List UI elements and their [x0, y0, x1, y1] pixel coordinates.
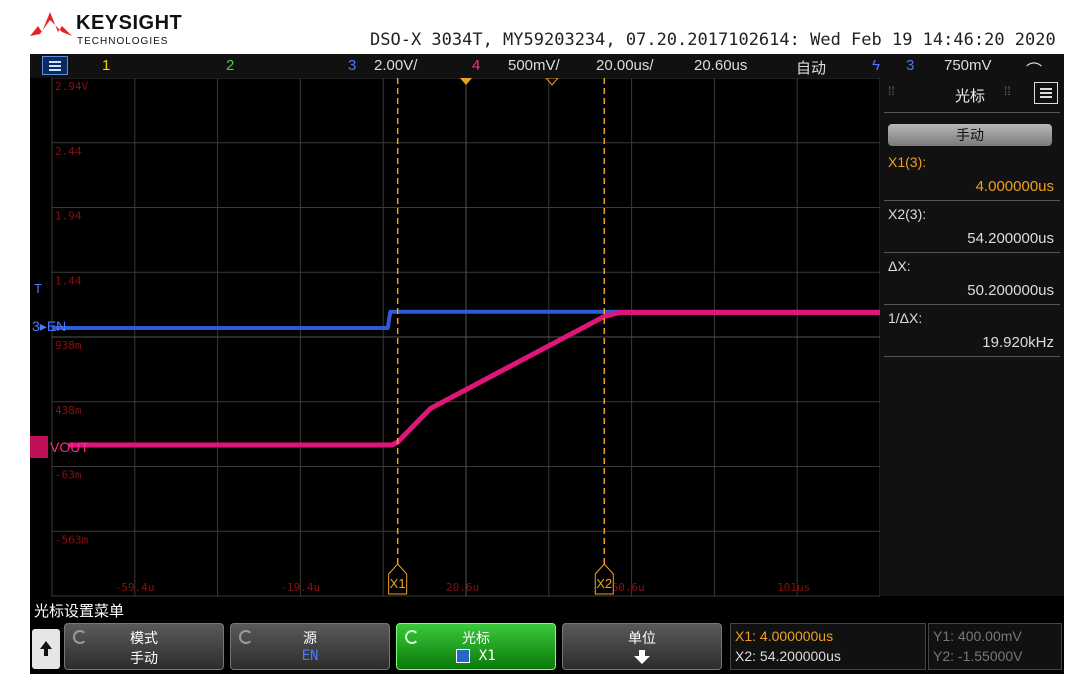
channel-status-bar: 1 2 3 2.00V/ 4 500mV/ 20.00us/ 20.60us 自…	[30, 54, 1064, 80]
ch2-indicator[interactable]: 2	[226, 57, 234, 74]
x-tick-label: 101us	[777, 581, 810, 594]
brand-name: KEYSIGHT	[76, 12, 183, 34]
inverse-delta-x-value: 19.920kHz	[982, 334, 1054, 351]
oscilloscope-screen: 1 2 3 2.00V/ 4 500mV/ 20.00us/ 20.60us 自…	[30, 54, 1064, 674]
delay-reference-marker	[545, 78, 559, 86]
softkey-mode-value: 手动	[130, 650, 158, 666]
timebase-scale: 20.00us/	[596, 57, 654, 74]
x-tick-label: 60.6u	[612, 581, 645, 594]
trigger-edge-icon: ϟ	[872, 57, 880, 74]
readout-x2: X2: 54.200000us	[735, 648, 841, 664]
readout-x1: X1: 4.000000us	[735, 628, 834, 644]
keysight-logo: KEYSIGHT TECHNOLOGIES	[28, 10, 228, 48]
ch1-indicator[interactable]: 1	[102, 57, 110, 74]
softkey-units-label: 单位	[628, 630, 656, 646]
ch3-indicator[interactable]: 3	[348, 57, 356, 74]
device-info-line: DSO-X 3034T, MY59203234, 07.20.201710261…	[370, 30, 1056, 50]
trigger-position-marker	[460, 78, 472, 85]
cursor-tag-label: X2	[596, 576, 612, 591]
panel-menu-icon[interactable]	[1034, 82, 1058, 104]
y-tick-label: 1.44	[55, 274, 82, 287]
y-tick-label: -63m	[55, 469, 82, 482]
softkey-source[interactable]: 源 EN	[230, 623, 390, 670]
x-tick-label: -59.4u	[115, 581, 155, 594]
cursor-tag-label: X1	[390, 576, 406, 591]
readout-y2: Y2: -1.55000V	[933, 648, 1023, 664]
keysight-wave-logo	[30, 12, 72, 36]
softkey-cursors-value: X1	[397, 648, 555, 664]
ch3-ground-label: 3▸EN	[32, 318, 66, 334]
ch4-ground-marker	[30, 436, 48, 458]
ch4-indicator[interactable]: 4	[472, 57, 480, 74]
main-menu-button[interactable]	[42, 56, 68, 75]
softkey-mode-label: 模式	[130, 630, 158, 646]
y-tick-label: 938m	[55, 339, 82, 352]
inverse-delta-x-label: 1/ΔX:	[888, 310, 923, 326]
x1-value: 4.000000us	[975, 178, 1054, 195]
trigger-level-label: T	[34, 281, 42, 296]
trigger-source: 3	[906, 57, 915, 74]
cursor-y-readout: Y1: 400.00mV Y2: -1.55000V	[928, 623, 1062, 670]
softkey-cursors[interactable]: 光标 X1	[396, 623, 556, 670]
softkey-mode[interactable]: 模式 手动	[64, 623, 224, 670]
up-arrow-icon	[40, 641, 52, 656]
softkey-source-label: 源	[303, 630, 317, 646]
back-button[interactable]	[32, 629, 60, 669]
drag-handle-icon[interactable]: ⁞⁞	[888, 84, 895, 98]
horizontal-delay: 20.60us	[694, 57, 748, 74]
readout-y1: Y1: 400.00mV	[933, 628, 1022, 644]
softkey-bar: 模式 手动 源 EN 光标 X1 单位 X1: 4.000000us X2: 5…	[30, 621, 1064, 674]
trigger-mode: 自动	[796, 60, 827, 77]
x1-label: X1(3):	[888, 154, 927, 170]
y-tick-label: 2.44	[55, 145, 82, 158]
softkey-units[interactable]: 单位	[562, 623, 722, 670]
menu-title-bar: 光标设置菜单	[30, 597, 1064, 621]
cursor-panel: ⁞⁞ 光标 ⁞⁞ 手动 X1(3): 4.000000us X2(3): 54.…	[880, 78, 1064, 596]
ch4-scale: 500mV/	[508, 57, 560, 74]
cursor-mode-button[interactable]: 手动	[888, 124, 1052, 146]
x2-value: 54.200000us	[967, 230, 1054, 247]
x-tick-label: -19.4u	[280, 581, 320, 594]
y-tick-label: 2.94V	[55, 80, 88, 93]
cursor-x-readout: X1: 4.000000us X2: 54.200000us	[730, 623, 926, 670]
softkey-cursors-label: 光标	[462, 630, 490, 646]
softkey-source-value: EN	[301, 648, 319, 664]
waveform-vout	[68, 310, 880, 448]
down-arrow-icon	[563, 648, 721, 669]
cursor-select-icon	[456, 649, 471, 663]
brand-subtitle: TECHNOLOGIES	[77, 36, 169, 47]
delta-x-label: ΔX:	[888, 258, 911, 274]
x-tick-label: 20.6u	[446, 581, 479, 594]
panel-title: 光标	[955, 88, 986, 105]
ch4-ground-label: VOUT	[50, 439, 89, 455]
y-tick-label: 1.94	[55, 210, 82, 223]
trigger-level: 750mV	[944, 57, 992, 74]
delta-x-value: 50.200000us	[967, 282, 1054, 299]
menu-title: 光标设置菜单	[34, 603, 125, 620]
panel-grip-icon[interactable]: ⁞⁞	[1004, 84, 1011, 98]
x2-label: X2(3):	[888, 206, 927, 222]
waveform-display[interactable]: 2.94V 2.44 1.94 1.44 938m 438m -63m -563m -59.4u…	[30, 78, 880, 598]
y-tick-label: 438m	[55, 404, 82, 417]
ch3-scale: 2.00V/	[374, 57, 418, 74]
softkey-cursors-selection: X1	[478, 648, 496, 664]
y-tick-label: -563m	[55, 533, 88, 546]
